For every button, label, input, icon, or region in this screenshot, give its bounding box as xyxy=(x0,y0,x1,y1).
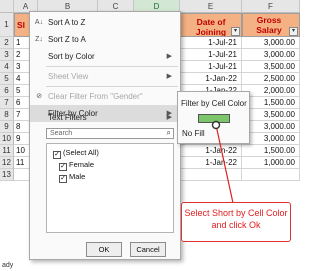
search-placeholder: Search xyxy=(50,130,73,137)
menu-item-text-filters[interactable]: Text Filters ▶ xyxy=(30,109,180,126)
menu-item-label: Sort by Color xyxy=(48,52,95,61)
table-cell-date[interactable] xyxy=(180,169,242,181)
column-header-e[interactable]: E xyxy=(180,0,242,13)
row-number[interactable]: 10 xyxy=(0,133,14,145)
chevron-right-icon: ▶ xyxy=(166,53,172,60)
row-number[interactable]: 13 xyxy=(0,169,14,181)
header-date-label: Date of Joining xyxy=(195,17,227,37)
row-number[interactable]: 8 xyxy=(0,109,14,121)
menu-item-label: Sheet View xyxy=(48,72,89,81)
table-cell-date[interactable]: 1-Jul-21 xyxy=(180,61,242,73)
row-number[interactable]: 7 xyxy=(0,97,14,109)
row-number[interactable]: 2 xyxy=(0,37,14,49)
column-header-f[interactable]: F xyxy=(242,0,300,13)
menu-item-clear-filter[interactable]: ⊘ Clear Filter From "Gender" xyxy=(30,88,180,105)
table-cell-salary[interactable]: 3,000.00 xyxy=(242,133,300,145)
row-number[interactable]: 5 xyxy=(0,73,14,85)
green-color-swatch[interactable] xyxy=(198,114,230,123)
table-cell-salary[interactable]: 1,500.00 xyxy=(242,97,300,109)
table-cell-salary[interactable]: 2,000.00 xyxy=(242,85,300,97)
table-cell-salary[interactable]: 3,000.00 xyxy=(242,121,300,133)
checkbox-label: Male xyxy=(69,172,86,181)
select-all-corner[interactable] xyxy=(0,0,14,13)
menu-item-label: Sort Z to A xyxy=(48,35,86,44)
row-number[interactable]: 6 xyxy=(0,85,14,97)
chevron-right-icon: ▶ xyxy=(166,114,172,121)
header-salary-label: Gross Salary (USD) xyxy=(256,15,282,36)
menu-item-label: Clear Filter From "Gender" xyxy=(48,92,143,101)
checkbox-male[interactable]: ✓ Male xyxy=(59,171,86,183)
filter-dropdown-button[interactable]: ▾ xyxy=(231,27,240,36)
table-cell-date[interactable]: 1-Jul-21 xyxy=(180,49,242,61)
checkbox-icon: ✓ xyxy=(59,175,67,183)
table-cell-date[interactable]: 1-Jan-22 xyxy=(180,73,242,85)
menu-item-sheet-view[interactable]: Sheet View ▶ xyxy=(30,68,180,85)
table-cell-salary[interactable]: 3,000.00 xyxy=(242,49,300,61)
checkbox-icon: ✓ xyxy=(59,163,67,171)
row-number[interactable]: 4 xyxy=(0,61,14,73)
menu-divider xyxy=(46,66,178,67)
table-cell-date[interactable]: 1-Jan-22 xyxy=(180,157,242,169)
row-number[interactable]: 1 xyxy=(0,13,14,37)
table-cell-date[interactable]: 1-Jul-21 xyxy=(180,37,242,49)
chevron-right-icon: ▶ xyxy=(166,73,172,80)
table-cell-salary[interactable]: 2,500.00 xyxy=(242,73,300,85)
filter-dropdown-button[interactable]: ▾ xyxy=(289,27,298,36)
checkbox-select-all[interactable]: ✓ (Select All) xyxy=(53,147,99,159)
table-cell-date[interactable]: 1-Jan-22 xyxy=(180,145,242,157)
no-fill-option[interactable]: No Fill xyxy=(182,129,205,138)
table-cell-salary[interactable]: 1,500.00 xyxy=(242,145,300,157)
filter-dropdown-menu: A↓ Sort A to Z Z↓ Sort Z to A Sort by Co… xyxy=(29,11,181,260)
sort-za-icon: Z↓ xyxy=(35,36,43,43)
search-input[interactable]: Search ⌕ xyxy=(46,128,174,139)
table-cell-salary[interactable] xyxy=(242,169,300,181)
filter-by-cell-color-submenu: Filter by Cell Color No Fill xyxy=(177,91,250,144)
table-cell-salary[interactable]: 1,000.00 xyxy=(242,157,300,169)
row-number[interactable]: 12 xyxy=(0,157,14,169)
checkbox-label: (Select All) xyxy=(63,148,99,157)
status-bar-text: ady xyxy=(2,262,14,269)
checkbox-female[interactable]: ✓ Female xyxy=(59,159,95,171)
menu-divider xyxy=(46,86,178,87)
menu-item-sort-a-to-z[interactable]: A↓ Sort A to Z xyxy=(30,14,180,31)
row-number[interactable]: 11 xyxy=(0,145,14,157)
checkbox-icon: ✓ xyxy=(53,151,61,159)
menu-item-label: Sort A to Z xyxy=(48,18,86,27)
value-checklist: ✓ (Select All) ✓ Female ✓ Male xyxy=(46,143,174,233)
checkbox-label: Female xyxy=(69,160,95,169)
table-cell-salary[interactable]: 3,500.00 xyxy=(242,61,300,73)
menu-item-label: Text Filters xyxy=(48,113,87,122)
sort-az-icon: A↓ xyxy=(34,19,44,26)
cancel-button[interactable]: Cancel xyxy=(130,242,166,257)
row-number[interactable]: 3 xyxy=(0,49,14,61)
table-cell-salary[interactable]: 3,000.00 xyxy=(242,37,300,49)
instruction-callout: Select Short by Cell Color and click Ok xyxy=(181,202,291,242)
search-icon: ⌕ xyxy=(166,128,171,137)
table-cell-salary[interactable]: 3,500.00 xyxy=(242,109,300,121)
header-sl-label: Sl xyxy=(17,20,26,30)
ok-button[interactable]: OK xyxy=(86,242,122,257)
menu-item-sort-z-to-a[interactable]: Z↓ Sort Z to A xyxy=(30,31,180,48)
clear-filter-icon: ⊘ xyxy=(36,93,42,100)
row-number[interactable]: 9 xyxy=(0,121,14,133)
submenu-title: Filter by Cell Color xyxy=(181,99,247,108)
menu-item-sort-by-color[interactable]: Sort by Color ▶ xyxy=(30,48,180,65)
